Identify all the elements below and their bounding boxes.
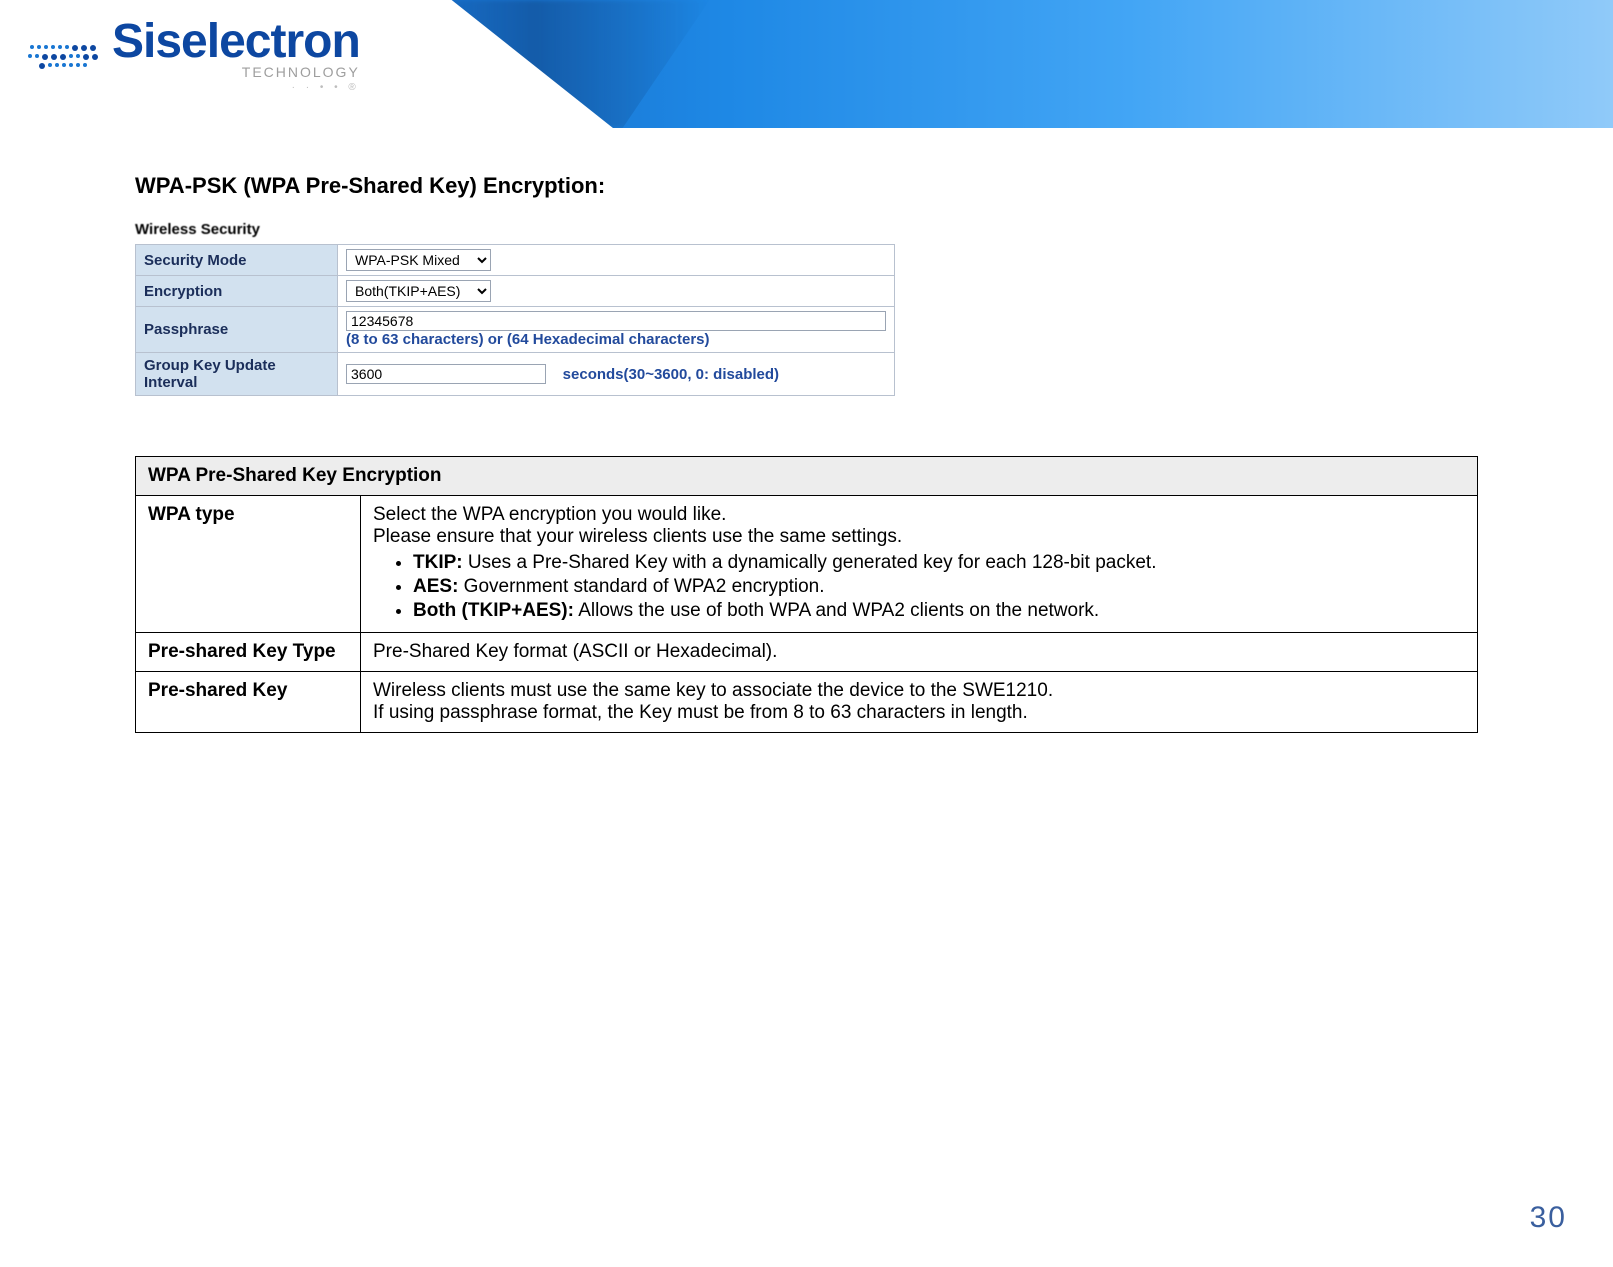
- security-mode-select[interactable]: WPA-PSK Mixed: [346, 249, 491, 271]
- desc-header-row: WPA Pre-Shared Key Encryption: [136, 457, 1478, 496]
- desc-row-psk-type: Pre-shared Key Type Pre-Shared Key forma…: [136, 633, 1478, 672]
- bullet-aes-text: Government standard of WPA2 encryption.: [458, 576, 824, 597]
- psk-line2: If using passphrase format, the Key must…: [373, 702, 1028, 723]
- cell-passphrase: (8 to 63 characters) or (64 Hexadecimal …: [338, 307, 895, 353]
- desc-key-psk: Pre-shared Key: [136, 672, 361, 733]
- wireless-security-table: Security Mode WPA-PSK Mixed Encryption B…: [135, 244, 895, 396]
- psk-line1: Wireless clients must use the same key t…: [373, 680, 1053, 701]
- description-table: WPA Pre-Shared Key Encryption WPA type S…: [135, 456, 1478, 733]
- bullet-tkip-bold: TKIP:: [413, 552, 463, 573]
- row-encryption: Encryption Both(TKIP+AES): [136, 276, 895, 307]
- row-passphrase: Passphrase (8 to 63 characters) or (64 H…: [136, 307, 895, 353]
- bullet-tkip: TKIP: Uses a Pre-Shared Key with a dynam…: [413, 552, 1465, 574]
- desc-val-psk: Wireless clients must use the same key t…: [361, 672, 1478, 733]
- logo-text: Siselectron TECHNOLOGY · · • • ®: [112, 18, 360, 93]
- bullet-both-text: Allows the use of both WPA and WPA2 clie…: [574, 600, 1099, 621]
- bullet-aes: AES: Government standard of WPA2 encrypt…: [413, 576, 1465, 598]
- desc-row-psk: Pre-shared Key Wireless clients must use…: [136, 672, 1478, 733]
- encryption-select[interactable]: Both(TKIP+AES): [346, 280, 491, 302]
- wpa-type-bullets: TKIP: Uses a Pre-Shared Key with a dynam…: [413, 552, 1465, 622]
- logo-dots-icon: [28, 18, 98, 96]
- brand-tiny: · · • • ®: [112, 82, 360, 93]
- wpa-type-intro1: Select the WPA encryption you would like…: [373, 504, 726, 525]
- desc-key-psk-type: Pre-shared Key Type: [136, 633, 361, 672]
- row-group-key: Group Key Update Interval seconds(30~360…: [136, 353, 895, 396]
- cell-encryption: Both(TKIP+AES): [338, 276, 895, 307]
- bullet-both: Both (TKIP+AES): Allows the use of both …: [413, 600, 1465, 622]
- bullet-tkip-text: Uses a Pre-Shared Key with a dynamically…: [463, 552, 1157, 573]
- label-encryption: Encryption: [136, 276, 338, 307]
- wpa-type-intro2: Please ensure that your wireless clients…: [373, 526, 902, 547]
- desc-header: WPA Pre-Shared Key Encryption: [136, 457, 1478, 496]
- cell-group-key: seconds(30~3600, 0: disabled): [338, 353, 895, 396]
- desc-key-wpa-type: WPA type: [136, 496, 361, 633]
- passphrase-hint: (8 to 63 characters) or (64 Hexadecimal …: [346, 331, 710, 348]
- group-key-input[interactable]: [346, 364, 546, 384]
- desc-row-wpa-type: WPA type Select the WPA encryption you w…: [136, 496, 1478, 633]
- label-security-mode: Security Mode: [136, 245, 338, 276]
- header-banner: Siselectron TECHNOLOGY · · • • ®: [0, 0, 1613, 128]
- logo: Siselectron TECHNOLOGY · · • • ®: [28, 18, 360, 96]
- bullet-aes-bold: AES:: [413, 576, 458, 597]
- label-passphrase: Passphrase: [136, 307, 338, 353]
- panel-title: Wireless Security: [135, 221, 895, 238]
- desc-val-psk-type: Pre-Shared Key format (ASCII or Hexadeci…: [361, 633, 1478, 672]
- passphrase-input[interactable]: [346, 311, 886, 331]
- section-title: WPA-PSK (WPA Pre-Shared Key) Encryption:: [135, 173, 1478, 199]
- bullet-both-bold: Both (TKIP+AES):: [413, 600, 574, 621]
- brand-name: Siselectron: [112, 18, 360, 66]
- page-number: 30: [1530, 1201, 1567, 1235]
- page-content: WPA-PSK (WPA Pre-Shared Key) Encryption:…: [0, 128, 1613, 733]
- wireless-security-panel: Wireless Security Security Mode WPA-PSK …: [135, 221, 895, 396]
- group-key-hint: seconds(30~3600, 0: disabled): [563, 366, 779, 383]
- label-group-key: Group Key Update Interval: [136, 353, 338, 396]
- row-security-mode: Security Mode WPA-PSK Mixed: [136, 245, 895, 276]
- cell-security-mode: WPA-PSK Mixed: [338, 245, 895, 276]
- desc-val-wpa-type: Select the WPA encryption you would like…: [361, 496, 1478, 633]
